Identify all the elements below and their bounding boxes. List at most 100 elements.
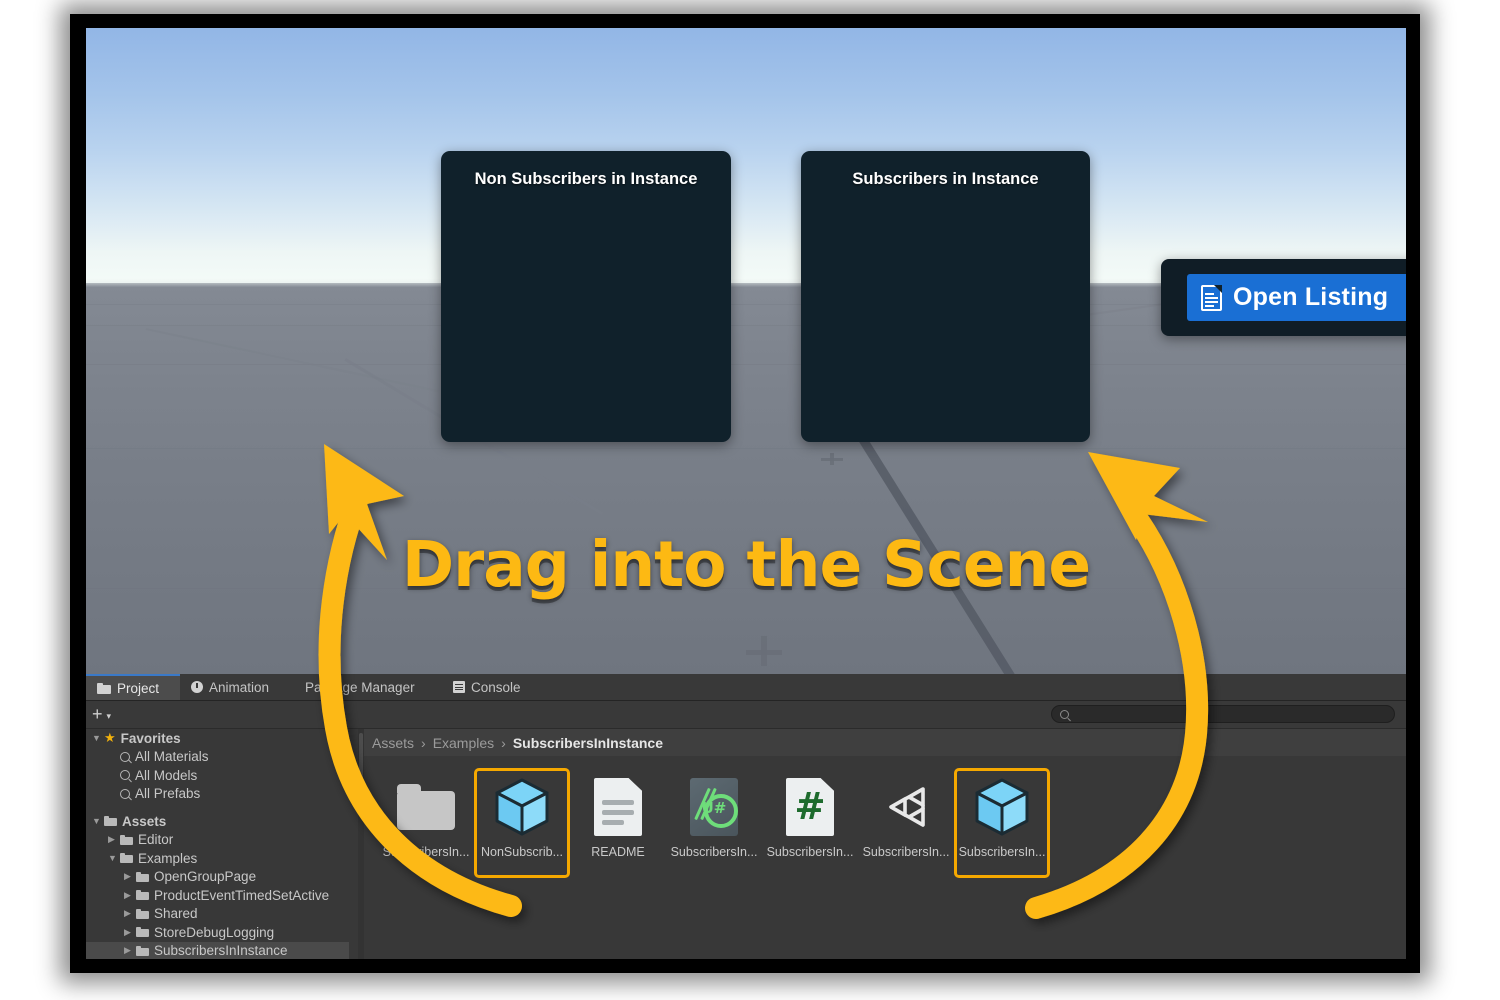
scene-object-subscribers-panel[interactable]: Subscribers in Instance: [801, 151, 1090, 442]
grid-crosshair-marker: [821, 453, 843, 465]
chevron-down-icon[interactable]: [92, 733, 104, 743]
asset-tile-label: SubscribersIn...: [862, 845, 950, 859]
folder-icon: [136, 871, 149, 882]
grid-line: [86, 588, 1406, 589]
asset-grid-pane[interactable]: Assets › Examples › SubscribersInInstanc…: [364, 729, 1406, 959]
console-icon: [453, 681, 465, 693]
asset-icon-box: [874, 775, 938, 839]
tree-item-editor[interactable]: Editor: [86, 831, 349, 850]
folder-icon: [136, 927, 149, 938]
folder-open-icon: [120, 853, 133, 864]
scene-object-non-subscribers-panel[interactable]: Non Subscribers in Instance: [441, 151, 731, 442]
chevron-right-icon[interactable]: [124, 945, 136, 956]
asset-icon-box: [394, 775, 458, 839]
prefab-cube-icon: [495, 778, 549, 836]
tree-item-producteventtimedsetactive[interactable]: ProductEventTimedSetActive: [86, 886, 349, 905]
tree-item-opengrouppage[interactable]: OpenGroupPage: [86, 868, 349, 887]
chevron-right-icon[interactable]: [124, 871, 136, 882]
chevron-down-icon[interactable]: [108, 853, 120, 863]
chevron-right-icon[interactable]: [124, 890, 136, 901]
chevron-right-icon[interactable]: [108, 834, 120, 845]
add-asset-button[interactable]: + ▾: [92, 704, 111, 725]
tab-label: Project: [117, 680, 160, 696]
prefab-cube-icon: [975, 778, 1029, 836]
asset-tile[interactable]: U# SubscribersIn...: [666, 768, 762, 878]
project-window: Project Animation Package Manager Consol…: [86, 674, 1406, 959]
chevron-down-icon[interactable]: [92, 816, 104, 826]
tree-item-subscribersininstance[interactable]: SubscribersInInstance: [86, 941, 349, 959]
tree-item-all-models[interactable]: All Models: [86, 766, 349, 785]
tree-item-assets[interactable]: Assets: [86, 812, 349, 831]
grid-line: [86, 448, 1406, 449]
asset-tile-label: README: [591, 845, 645, 859]
search-field[interactable]: [1051, 705, 1395, 723]
tree-item-label: OpenGroupPage: [154, 869, 257, 885]
tree-item-all-prefabs[interactable]: All Prefabs: [86, 785, 349, 804]
tree-item-label: ProductEventTimedSetActive: [154, 887, 330, 903]
asset-tile[interactable]: SubscribersIn...: [954, 768, 1050, 878]
tree-item-label: Examples: [138, 850, 198, 866]
asset-tile-label: NonSubscrib...: [481, 845, 563, 859]
scene-object-title: Non Subscribers in Instance: [474, 170, 698, 188]
breadcrumb-root[interactable]: Assets: [372, 735, 414, 751]
tree-item-label: Shared: [154, 906, 198, 922]
screenshot-frame: Non Subscribers in Instance Subscribers …: [70, 14, 1420, 973]
tab-label: Package Manager: [305, 679, 415, 695]
document-icon: [1201, 284, 1222, 311]
open-listing-button[interactable]: Open Listing: [1187, 274, 1406, 321]
asset-tile-label: SubscribersIn...: [958, 845, 1046, 859]
breadcrumb: Assets › Examples › SubscribersInInstanc…: [364, 729, 1406, 756]
asset-tile[interactable]: SubscribersIn...: [378, 768, 474, 878]
search-icon: [120, 770, 130, 781]
sky-gradient: [86, 28, 1406, 283]
project-tree[interactable]: ★FavoritesAll MaterialsAll Models All Pre…: [86, 729, 349, 959]
chevron-right-icon[interactable]: [124, 908, 136, 919]
asset-tile[interactable]: README: [570, 768, 666, 878]
asset-icon-box: [586, 775, 650, 839]
search-icon: [120, 751, 130, 762]
tree-item-all-materials[interactable]: All Materials: [86, 748, 349, 767]
tree-item-label: SubscribersInInstance: [154, 943, 288, 959]
tree-item-label: All Models: [135, 767, 198, 783]
tab-animation[interactable]: Animation: [180, 674, 294, 700]
chevron-down-icon: ▾: [106, 711, 112, 721]
unity-scene-icon: [889, 787, 925, 827]
scene-object-listing-panel[interactable]: Open Listing: [1161, 259, 1406, 336]
tree-item-examples[interactable]: Examples: [86, 849, 349, 868]
search-input[interactable]: [1074, 707, 1378, 721]
grid-crosshair-marker: [746, 636, 782, 666]
asset-tile-label: SubscribersIn...: [670, 845, 758, 859]
folder-icon: [136, 945, 149, 956]
tree-item-label: Favorites: [120, 730, 181, 746]
breadcrumb-separator: ›: [421, 734, 426, 751]
folder-open-icon: [104, 816, 117, 827]
clock-icon: [191, 681, 203, 693]
asset-icon-box: [970, 775, 1034, 839]
tab-package-manager[interactable]: Package Manager: [294, 674, 442, 700]
asset-tile[interactable]: SubscribersIn...: [858, 768, 954, 878]
folder-icon: [97, 682, 111, 694]
text-document-icon: [594, 778, 642, 836]
tree-item-storedebuglogging[interactable]: StoreDebugLogging: [86, 923, 349, 942]
scrollbar-thumb[interactable]: [359, 733, 363, 793]
folder-icon: [397, 784, 455, 830]
asset-tile[interactable]: NonSubscrib...: [474, 768, 570, 878]
asset-icon-box: [490, 775, 554, 839]
scene-object-title: Subscribers in Instance: [852, 170, 1039, 188]
tree-item-shared[interactable]: Shared: [86, 905, 349, 924]
scene-view[interactable]: Non Subscribers in Instance Subscribers …: [86, 28, 1406, 674]
tab-console[interactable]: Console: [442, 674, 550, 700]
asset-tile[interactable]: # SubscribersIn...: [762, 768, 858, 878]
ground-plane: [86, 283, 1406, 674]
tab-project[interactable]: Project: [86, 674, 180, 700]
breadcrumb-middle[interactable]: Examples: [433, 735, 494, 751]
chevron-right-icon[interactable]: [124, 927, 136, 938]
tree-item-label: All Prefabs: [135, 786, 201, 802]
breadcrumb-current: SubscribersInInstance: [512, 734, 663, 751]
open-listing-label: Open Listing: [1233, 283, 1389, 311]
folder-icon: [136, 908, 149, 919]
tree-item-label: Editor: [138, 832, 174, 848]
asset-icon-box: #: [778, 775, 842, 839]
tab-label: Console: [471, 679, 521, 695]
tree-item-favorites[interactable]: ★Favorites: [86, 729, 349, 748]
